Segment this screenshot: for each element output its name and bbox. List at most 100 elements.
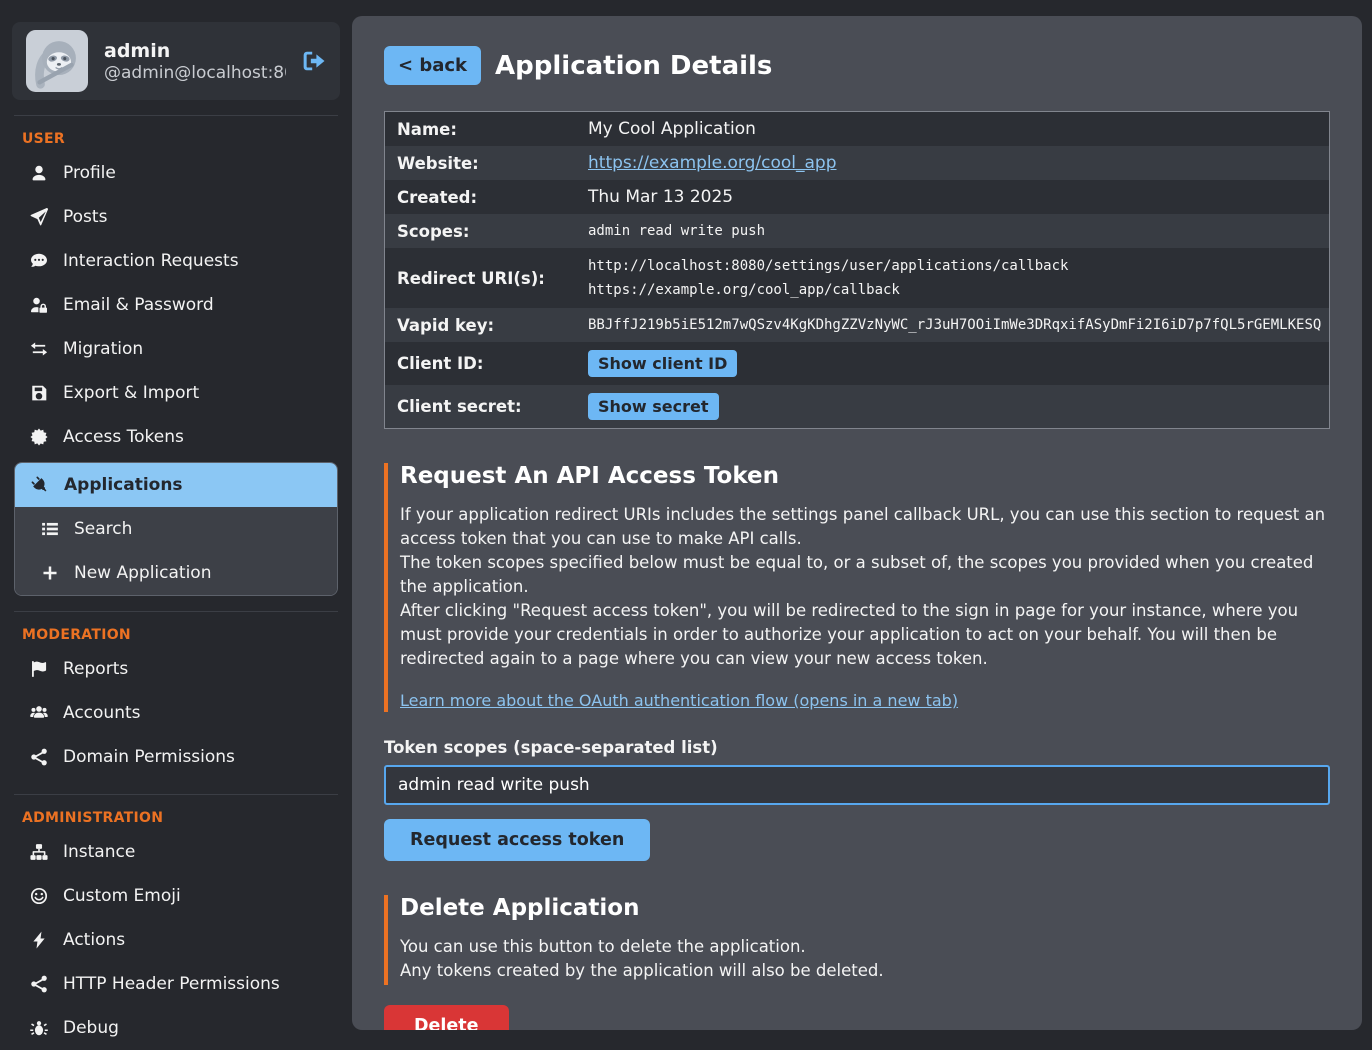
row-value: admin read write push: [588, 220, 1317, 242]
table-row-vapid-key: Vapid key:BBJffJ219b5iE512m7wQSzv4KgKDhg…: [385, 308, 1329, 342]
users-icon: [30, 704, 48, 722]
delete-section-lines: You can use this button to delete the ap…: [400, 935, 1330, 983]
sidebar-item-reports[interactable]: Reports: [14, 647, 338, 691]
sidebar-item-label: Custom Emoji: [63, 886, 181, 906]
website-link[interactable]: https://example.org/cool_app: [588, 153, 837, 173]
sidebar-item-label: Debug: [63, 1018, 119, 1038]
row-label: Created:: [397, 188, 588, 207]
sidebar-item-label: Email & Password: [63, 295, 214, 315]
token-section-paragraphs: If your application redirect URIs includ…: [400, 503, 1330, 671]
sidebar-section-label-moderation: MODERATION: [22, 627, 352, 643]
sidebar-item-label: Accounts: [63, 703, 141, 723]
sidebar-item-accounts[interactable]: Accounts: [14, 691, 338, 735]
delete-section: Delete Application You can use this butt…: [384, 895, 1330, 1030]
row-value: https://example.org/cool_app: [588, 152, 1317, 174]
sidebar-item-label: Interaction Requests: [63, 251, 239, 271]
sidebar-item-label: Search: [74, 519, 132, 539]
row-label: Name:: [397, 120, 588, 139]
sign-out-icon[interactable]: [302, 49, 326, 73]
row-label: Client ID:: [397, 354, 588, 373]
sidebar-item-migration[interactable]: Migration: [14, 327, 338, 371]
sidebar-section-label-administration: ADMINISTRATION: [22, 810, 352, 826]
user-icon: [30, 164, 48, 182]
sidebar: admin @admin@localhost:80... USER Profile…: [0, 0, 352, 1041]
row-label: Website:: [397, 154, 588, 173]
delete-button[interactable]: Delete: [384, 1005, 509, 1030]
sidebar-item-domain-permissions[interactable]: Domain Permissions: [14, 735, 338, 779]
page-title: Application Details: [495, 51, 772, 81]
sidebar-item-label: Access Tokens: [63, 427, 184, 447]
list-icon: [41, 520, 59, 538]
bolt-icon: [30, 931, 48, 949]
row-label: Vapid key:: [397, 316, 588, 335]
sidebar-item-new-application[interactable]: New Application: [15, 551, 337, 595]
user-card[interactable]: admin @admin@localhost:80...: [12, 22, 340, 100]
token-section: Request An API Access Token If your appl…: [384, 463, 1330, 861]
plug-icon: [31, 476, 49, 494]
sidebar-item-actions[interactable]: Actions: [14, 918, 338, 962]
floppy-disk-icon: [30, 384, 48, 402]
sidebar-item-applications[interactable]: Applications: [15, 463, 337, 507]
redirect-uri: http://localhost:8080/settings/user/appl…: [588, 254, 1317, 278]
sidebar-item-label: Actions: [63, 930, 125, 950]
token-section-paragraph: The token scopes specified below must be…: [400, 551, 1330, 599]
share-nodes-icon: [30, 975, 48, 993]
sidebar-item-label: Domain Permissions: [63, 747, 235, 767]
sidebar-section-label-user: USER: [22, 131, 352, 147]
user-lock-icon: [30, 296, 48, 314]
sidebar-item-interaction-requests[interactable]: Interaction Requests: [14, 239, 338, 283]
token-scopes-label: Token scopes (space-separated list): [384, 738, 1330, 757]
show-client-id-button[interactable]: Show client ID: [588, 350, 737, 377]
row-value: BBJffJ219b5iE512m7wQSzv4KgKDhgZZVzNyWC_r…: [588, 314, 1321, 336]
user-name: admin: [104, 39, 286, 64]
token-section-paragraph: After clicking "Request access token", y…: [400, 599, 1330, 671]
share-nodes-icon: [30, 748, 48, 766]
sidebar-item-label: Instance: [63, 842, 135, 862]
sidebar-divider: [14, 794, 338, 795]
table-row-website: Website:https://example.org/cool_app: [385, 146, 1329, 180]
sidebar-subnav: Search New Application: [15, 507, 337, 595]
sidebar-divider: [14, 115, 338, 116]
sitemap-icon: [30, 843, 48, 861]
table-row-redirect-uri-s: Redirect URI(s):http://localhost:8080/se…: [385, 248, 1329, 308]
delete-section-text: Delete Application You can use this butt…: [384, 895, 1330, 985]
sidebar-item-email-password[interactable]: Email & Password: [14, 283, 338, 327]
table-row-client-id: Client ID:Show client ID: [385, 342, 1329, 385]
sidebar-item-access-tokens[interactable]: Access Tokens: [14, 415, 338, 459]
oauth-docs-link[interactable]: Learn more about the OAuth authenticatio…: [400, 691, 958, 710]
user-handle: @admin@localhost:80...: [104, 63, 286, 83]
table-row-name: Name:My Cool Application: [385, 112, 1329, 146]
delete-section-line: You can use this button to delete the ap…: [400, 935, 1330, 959]
back-button[interactable]: < back: [384, 46, 481, 85]
sidebar-item-profile[interactable]: Profile: [14, 151, 338, 195]
paper-plane-icon: [30, 208, 48, 226]
sidebar-item-custom-emoji[interactable]: Custom Emoji: [14, 874, 338, 918]
table-row-scopes: Scopes:admin read write push: [385, 214, 1329, 248]
row-label: Redirect URI(s):: [397, 269, 588, 288]
row-value: Show client ID: [588, 348, 1317, 379]
token-scopes-input[interactable]: [384, 765, 1330, 805]
sidebar-item-export-import[interactable]: Export & Import: [14, 371, 338, 415]
sidebar-nav: USER Profile Posts Interaction Requests Emai…: [0, 131, 352, 1050]
sidebar-item-label: HTTP Header Permissions: [63, 974, 280, 994]
sidebar-item-search[interactable]: Search: [15, 507, 337, 551]
application-details-table: Name:My Cool ApplicationWebsite:https://…: [384, 111, 1330, 429]
sidebar-item-http-header-permissions[interactable]: HTTP Header Permissions: [14, 962, 338, 1006]
request-access-token-button[interactable]: Request access token: [384, 819, 650, 861]
sidebar-item-label: Applications: [64, 475, 183, 495]
sidebar-item-posts[interactable]: Posts: [14, 195, 338, 239]
redirect-uri: https://example.org/cool_app/callback: [588, 278, 1317, 302]
title-row: < back Application Details: [384, 46, 1330, 85]
sidebar-item-label: Posts: [63, 207, 107, 227]
plus-icon: [41, 564, 59, 582]
row-value: http://localhost:8080/settings/user/appl…: [588, 254, 1317, 302]
token-section-text: Request An API Access Token If your appl…: [384, 463, 1330, 712]
flag-icon: [30, 660, 48, 678]
comment-dots-icon: [30, 252, 48, 270]
delete-section-title: Delete Application: [400, 895, 1330, 921]
sidebar-item-instance[interactable]: Instance: [14, 830, 338, 874]
table-row-created: Created:Thu Mar 13 2025: [385, 180, 1329, 214]
show-secret-button[interactable]: Show secret: [588, 393, 719, 420]
bug-icon: [30, 1019, 48, 1037]
sidebar-item-debug[interactable]: Debug: [14, 1006, 338, 1050]
